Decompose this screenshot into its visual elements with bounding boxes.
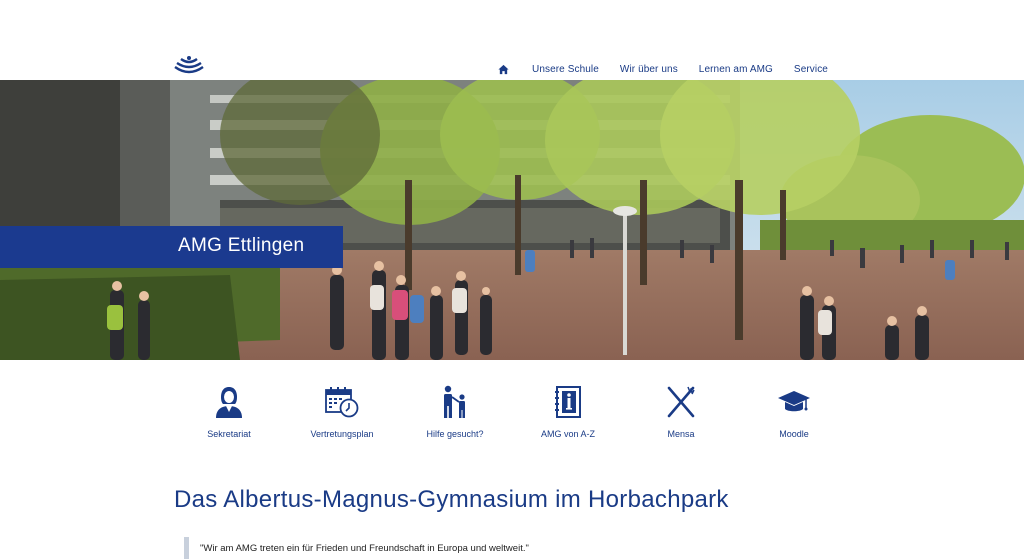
quicklink-moodle[interactable]: Moodle bbox=[739, 384, 849, 439]
nav-item-wir-ueber-uns[interactable]: Wir über uns bbox=[620, 64, 678, 75]
secretary-icon bbox=[212, 384, 246, 420]
quicklink-label: AMG von A-Z bbox=[540, 429, 595, 439]
amg-logo[interactable] bbox=[172, 55, 206, 77]
hero-photo bbox=[0, 80, 1024, 360]
quote-accent-bar bbox=[184, 537, 189, 559]
site-header: Unsere Schule Wir über uns Lernen am AMG… bbox=[0, 0, 1024, 80]
graduation-cap-icon bbox=[777, 384, 811, 420]
page-title: Das Albertus-Magnus-Gymnasium im Horbach… bbox=[174, 486, 729, 513]
home-icon[interactable] bbox=[498, 63, 510, 75]
quicklink-label: Vertretungsplan bbox=[310, 429, 374, 439]
main-navigation: Unsere Schule Wir über uns Lernen am AMG… bbox=[498, 62, 828, 76]
quicklink-amg-von-a-z[interactable]: AMG von A-Z bbox=[513, 384, 623, 439]
fork-knife-icon bbox=[664, 384, 698, 420]
hero-banner: AMG Ettlingen bbox=[0, 80, 1024, 360]
quicklink-vertretungsplan[interactable]: Vertretungsplan bbox=[287, 384, 397, 439]
hero-title: AMG Ettlingen bbox=[178, 235, 305, 256]
quicklink-label: Moodle bbox=[779, 429, 809, 439]
quicklink-mensa[interactable]: Mensa bbox=[626, 384, 736, 439]
quicklink-label: Sekretariat bbox=[207, 429, 251, 439]
quicklink-label: Mensa bbox=[667, 429, 695, 439]
nav-item-lernen-am-amg[interactable]: Lernen am AMG bbox=[699, 64, 773, 75]
mission-quote: "Wir am AMG treten ein für Frieden und F… bbox=[200, 543, 529, 554]
quicklink-sekretariat[interactable]: Sekretariat bbox=[174, 384, 284, 439]
quicklinks: Sekretariat Vertretungsplan Hilfe gesuch… bbox=[172, 384, 852, 444]
calendar-clock-icon bbox=[325, 384, 359, 420]
info-book-icon bbox=[551, 384, 585, 420]
quicklink-label: Hilfe gesucht? bbox=[426, 429, 484, 439]
parent-child-icon bbox=[438, 384, 472, 420]
quicklink-hilfe-gesucht[interactable]: Hilfe gesucht? bbox=[400, 384, 510, 439]
nav-item-unsere-schule[interactable]: Unsere Schule bbox=[532, 64, 599, 75]
nav-item-service[interactable]: Service bbox=[794, 64, 828, 75]
